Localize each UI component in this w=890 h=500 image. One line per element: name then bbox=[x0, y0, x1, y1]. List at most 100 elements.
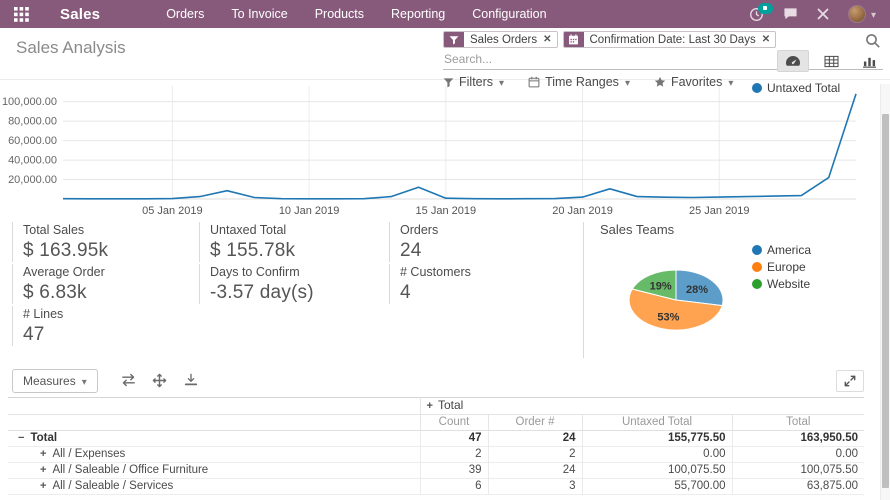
pivot-cell: 100,075.50 bbox=[732, 463, 864, 479]
kpi-label: Untaxed Total bbox=[210, 223, 369, 237]
menu-to-invoice[interactable]: To Invoice bbox=[231, 7, 287, 21]
kpi-label: # Customers bbox=[400, 265, 559, 279]
topbar-right bbox=[749, 5, 876, 23]
measures-label: Measures bbox=[23, 374, 76, 388]
pivot-empty-header bbox=[8, 415, 420, 431]
app-title[interactable]: Sales bbox=[60, 6, 100, 23]
facet-label: Confirmation Date: Last 30 Days bbox=[584, 32, 762, 47]
expand-icon[interactable]: + bbox=[40, 448, 46, 460]
fullscreen-icon[interactable] bbox=[836, 370, 864, 392]
row-label[interactable]: All / Saleable / Services bbox=[52, 480, 173, 492]
search-facet-confirmation-date-last-30-days: Confirmation Date: Last 30 Days✕ bbox=[563, 31, 777, 48]
svg-text:40,000.00: 40,000.00 bbox=[8, 155, 57, 167]
menu-reporting[interactable]: Reporting bbox=[391, 7, 445, 21]
pie-legend-america: America bbox=[752, 243, 811, 257]
kpi-value: -3.57 day(s) bbox=[210, 282, 369, 304]
menu-orders[interactable]: Orders bbox=[166, 7, 204, 21]
facet-label: Sales Orders bbox=[464, 32, 543, 47]
pivot-cell: 24 bbox=[488, 463, 582, 479]
kpi-label: Orders bbox=[400, 223, 559, 237]
legend-label: Europe bbox=[767, 260, 806, 274]
collapse-icon[interactable]: − bbox=[18, 432, 24, 444]
untaxed-total-line-chart: 20,000.0040,000.0060,000.0080,000.00100,… bbox=[0, 84, 880, 218]
legend-label: America bbox=[767, 243, 811, 257]
pivot-cell: 47 bbox=[420, 431, 488, 447]
sales-teams-pie-chart: 28%53%19% bbox=[600, 254, 755, 348]
view-switcher bbox=[777, 50, 885, 72]
pivot-view-button[interactable] bbox=[815, 50, 847, 72]
kpi-value: 24 bbox=[400, 240, 559, 262]
svg-text:60,000.00: 60,000.00 bbox=[8, 135, 57, 147]
remove-facet-icon[interactable]: ✕ bbox=[543, 32, 556, 47]
bar-chart-view-button[interactable] bbox=[853, 50, 885, 72]
measures-button[interactable]: Measures bbox=[12, 369, 98, 393]
activity-badge bbox=[758, 3, 773, 14]
menu-products[interactable]: Products bbox=[315, 7, 364, 21]
svg-text:20 Jan 2019: 20 Jan 2019 bbox=[552, 205, 613, 217]
legend-dot bbox=[752, 279, 762, 289]
scrollbar-thumb[interactable] bbox=[882, 114, 889, 488]
kpi-value: 47 bbox=[23, 324, 182, 346]
expand-all-icon[interactable] bbox=[152, 373, 167, 388]
remove-facet-icon[interactable]: ✕ bbox=[762, 32, 775, 47]
messages-icon[interactable] bbox=[783, 7, 798, 21]
svg-text:10 Jan 2019: 10 Jan 2019 bbox=[279, 205, 340, 217]
pivot-cell: 100,075.50 bbox=[582, 463, 732, 479]
section-divider bbox=[583, 222, 584, 358]
pivot-table: +Total CountOrder #Untaxed TotalTotal −T… bbox=[8, 397, 864, 495]
expand-icon[interactable]: + bbox=[40, 480, 46, 492]
pivot-cell: 0.00 bbox=[732, 447, 864, 463]
activities-clock-icon[interactable] bbox=[749, 7, 764, 22]
kpi-label: Average Order bbox=[23, 265, 182, 279]
pivot-cell: 0.00 bbox=[582, 447, 732, 463]
sales-analysis-dashboard: Sales Orders To Invoice Products Reporting C… bbox=[0, 0, 890, 500]
svg-text:05 Jan 2019: 05 Jan 2019 bbox=[142, 205, 203, 217]
kpi-customers: # Customers 4 bbox=[389, 264, 559, 304]
menu-configuration[interactable]: Configuration bbox=[472, 7, 546, 21]
close-icon[interactable] bbox=[817, 8, 829, 20]
flip-axis-icon[interactable] bbox=[120, 373, 137, 387]
facet-row: Sales Orders✕Confirmation Date: Last 30 … bbox=[443, 31, 883, 48]
top-menu: Orders To Invoice Products Reporting Configu… bbox=[166, 7, 546, 21]
svg-text:53%: 53% bbox=[657, 312, 679, 324]
pivot-column-group-header[interactable]: + Total bbox=[420, 398, 864, 415]
kpi-value: 4 bbox=[400, 282, 559, 304]
pivot-row-all-expenses: +All / Expenses220.000.00 bbox=[8, 447, 864, 463]
plus-icon[interactable]: + bbox=[427, 400, 433, 412]
pivot-row-all-saleable-office-furniture: +All / Saleable / Office Furniture392410… bbox=[8, 463, 864, 479]
apps-grid-icon[interactable] bbox=[6, 0, 36, 28]
chevron-down-icon bbox=[871, 5, 876, 23]
row-label[interactable]: Total bbox=[30, 432, 57, 444]
kpi-label: Total Sales bbox=[23, 223, 182, 237]
svg-text:80,000.00: 80,000.00 bbox=[8, 116, 57, 128]
pie-chart-title: Sales Teams bbox=[600, 222, 674, 237]
kpi-untaxed-total: Untaxed Total $ 155.78k bbox=[199, 222, 369, 262]
pivot-measure-total[interactable]: Total bbox=[732, 415, 864, 431]
download-icon[interactable] bbox=[184, 373, 198, 387]
pivot-cell: 55,700.00 bbox=[582, 479, 732, 495]
svg-text:25 Jan 2019: 25 Jan 2019 bbox=[689, 205, 750, 217]
pie-legend-europe: Europe bbox=[752, 260, 811, 274]
pivot-cell: 39 bbox=[420, 463, 488, 479]
pivot-cell: 63,875.00 bbox=[732, 479, 864, 495]
group-header-label: Total bbox=[438, 398, 463, 412]
kpi-value: $ 155.78k bbox=[210, 240, 369, 262]
filter-icon bbox=[444, 32, 464, 47]
kpi-orders: Orders 24 bbox=[389, 222, 559, 262]
pie-legend: AmericaEuropeWebsite bbox=[752, 243, 811, 291]
pivot-cell: 163,950.50 bbox=[732, 431, 864, 447]
vertical-scrollbar[interactable] bbox=[880, 84, 890, 500]
kpi-grid: Total Sales $ 163.95k Untaxed Total $ 155.7… bbox=[0, 220, 583, 360]
row-label[interactable]: All / Expenses bbox=[52, 448, 125, 460]
pivot-measure-untaxed-total[interactable]: Untaxed Total bbox=[582, 415, 732, 431]
pivot-measure-count[interactable]: Count bbox=[420, 415, 488, 431]
kpi-value: $ 163.95k bbox=[23, 240, 182, 262]
pivot-measure-order[interactable]: Order # bbox=[488, 415, 582, 431]
row-label[interactable]: All / Saleable / Office Furniture bbox=[52, 464, 208, 476]
kpi-average-order: Average Order$ 6.83k bbox=[12, 264, 182, 304]
dashboard-view-button[interactable] bbox=[777, 50, 809, 72]
expand-icon[interactable]: + bbox=[40, 464, 46, 476]
kpi-label: # Lines bbox=[23, 307, 182, 321]
user-menu[interactable] bbox=[848, 5, 876, 23]
svg-text:20,000.00: 20,000.00 bbox=[8, 174, 57, 186]
